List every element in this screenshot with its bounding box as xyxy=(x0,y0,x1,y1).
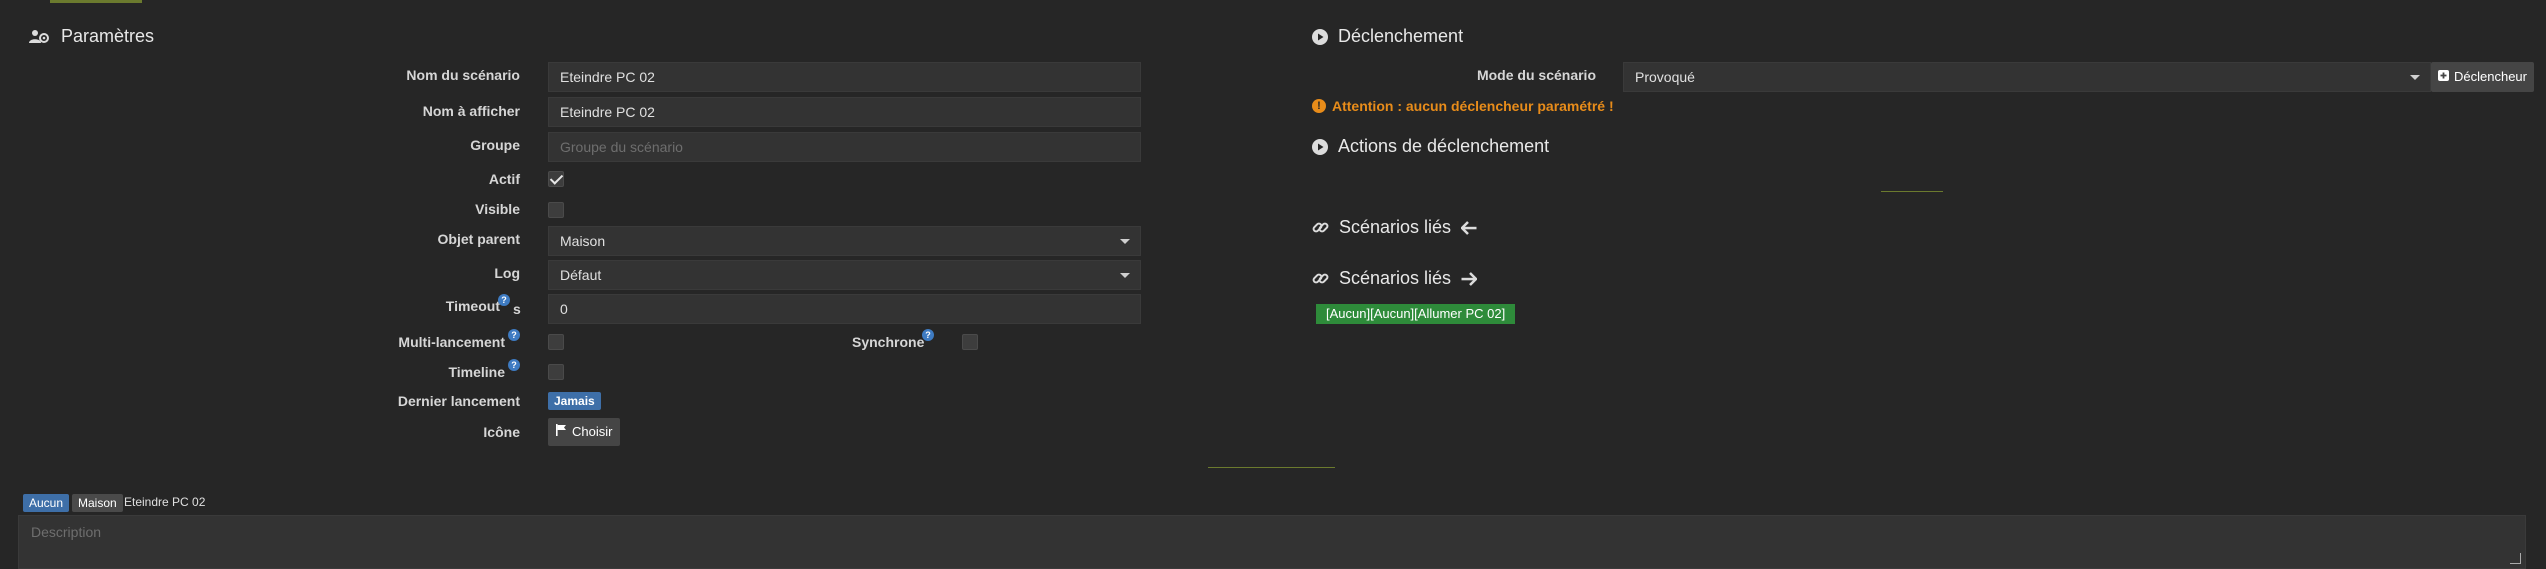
multi-launch-checkbox[interactable] xyxy=(548,334,564,350)
display-name-input[interactable] xyxy=(548,97,1141,127)
chevron-down-icon xyxy=(1120,273,1130,278)
section-title-linked-out-text: Scénarios liés xyxy=(1339,268,1452,288)
play-circle-icon xyxy=(1312,138,1328,155)
description-textarea[interactable]: Description xyxy=(18,515,2526,569)
log-label: Log xyxy=(494,265,520,281)
parent-object-value: Maison xyxy=(560,233,606,249)
exclamation-circle-icon: ! xyxy=(1312,99,1326,113)
display-name-label: Nom à afficher xyxy=(422,103,520,119)
users-cog-icon xyxy=(29,29,51,45)
add-trigger-button-label: Déclencheur xyxy=(2454,69,2527,84)
active-tab-indicator xyxy=(50,0,142,3)
add-trigger-button[interactable]: Déclencheur xyxy=(2431,62,2534,92)
multi-launch-label: Multi-lancement xyxy=(398,334,505,350)
section-title-linked-in-text: Scénarios liés xyxy=(1339,217,1452,237)
timeout-unit: s xyxy=(513,301,521,317)
no-trigger-warning-text: Attention : aucun déclencheur paramétré … xyxy=(1332,98,1614,114)
scenario-mode-value: Provoqué xyxy=(1635,69,1695,85)
chevron-down-icon xyxy=(1120,239,1130,244)
scenario-mode-select[interactable]: Provoqué xyxy=(1623,62,2431,92)
scenario-name-input[interactable] xyxy=(548,62,1141,92)
timeline-label: Timeline xyxy=(448,364,505,380)
timeout-label: Timeout xyxy=(445,298,500,314)
link-icon xyxy=(1312,219,1329,236)
active-checkbox[interactable] xyxy=(548,171,564,187)
flag-icon xyxy=(556,418,567,446)
log-select[interactable]: Défaut xyxy=(548,260,1141,290)
sync-checkbox[interactable] xyxy=(962,334,978,350)
parent-object-select[interactable]: Maison xyxy=(548,226,1141,256)
no-trigger-warning: ! Attention : aucun déclencheur paramétr… xyxy=(1312,98,1614,114)
visible-label: Visible xyxy=(475,201,520,217)
divider xyxy=(1208,467,1335,468)
group-input[interactable] xyxy=(548,132,1141,162)
help-icon[interactable]: ? xyxy=(498,294,510,306)
section-title-parameters: Paramètres xyxy=(29,26,154,47)
choose-icon-button[interactable]: Choisir xyxy=(548,418,621,446)
section-title-parameters-text: Paramètres xyxy=(61,26,155,46)
timeline-checkbox[interactable] xyxy=(548,364,564,380)
breadcrumb-scenario-name: Eteindre PC 02 xyxy=(124,495,206,509)
breadcrumb-object-house: Maison xyxy=(72,494,123,512)
icon-label: Icône xyxy=(483,424,520,440)
log-value: Défaut xyxy=(560,267,602,283)
link-icon xyxy=(1312,270,1329,287)
name-label: Nom du scénario xyxy=(406,67,520,83)
section-title-linked-in: Scénarios liés xyxy=(1312,217,1477,238)
plus-square-icon xyxy=(2438,63,2449,91)
last-launch-label: Dernier lancement xyxy=(397,393,520,409)
chevron-down-icon xyxy=(2410,75,2420,80)
section-title-linked-out: Scénarios liés xyxy=(1312,268,1478,289)
divider xyxy=(1881,191,1943,192)
description-placeholder: Description xyxy=(31,524,102,540)
sync-label: Synchrone xyxy=(852,334,925,350)
last-launch-badge: Jamais xyxy=(548,392,601,410)
section-title-trigger-actions-text: Actions de déclenchement xyxy=(1338,136,1550,156)
parent-object-label: Objet parent xyxy=(437,231,520,247)
arrow-left-icon xyxy=(1461,220,1477,235)
help-icon[interactable]: ? xyxy=(508,329,520,341)
choose-icon-button-label: Choisir xyxy=(572,424,613,439)
timeout-input[interactable] xyxy=(548,294,1141,324)
help-icon[interactable]: ? xyxy=(508,359,520,371)
arrow-right-icon xyxy=(1461,271,1478,286)
section-title-trigger-text: Déclenchement xyxy=(1338,26,1464,46)
section-title-trigger-actions: Actions de déclenchement xyxy=(1312,136,1549,157)
linked-scenario-tag[interactable]: [Aucun][Aucun][Allumer PC 02] xyxy=(1316,304,1516,324)
play-circle-icon xyxy=(1312,28,1328,45)
breadcrumb-object-none: Aucun xyxy=(23,494,70,512)
scenario-mode-label: Mode du scénario xyxy=(1476,67,1596,83)
group-label: Groupe xyxy=(470,137,520,153)
resize-handle-icon[interactable] xyxy=(2510,553,2521,564)
help-icon[interactable]: ? xyxy=(922,329,934,341)
section-title-trigger: Déclenchement xyxy=(1312,26,1463,47)
active-label: Actif xyxy=(488,171,520,187)
visible-checkbox[interactable] xyxy=(548,202,564,218)
